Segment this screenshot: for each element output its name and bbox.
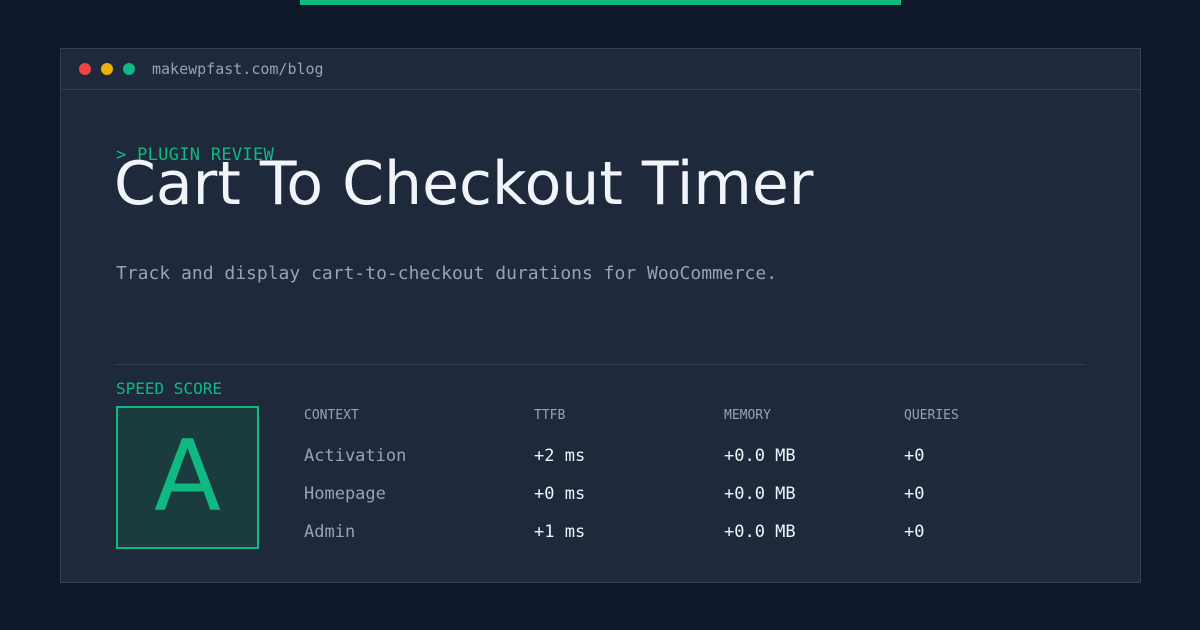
page-title: Cart To Checkout Timer (114, 149, 814, 219)
row-context: Admin (304, 522, 356, 542)
speed-score-label: SPEED SCORE (116, 379, 222, 398)
header-ttfb: TTFB (534, 408, 566, 423)
browser-window: makewpfast.com/blog > PLUGIN REVIEW Cart… (60, 48, 1141, 583)
table-row: Activation +2 ms +0.0 MB +0 (61, 444, 1140, 468)
header-memory: MEMORY (724, 408, 771, 423)
minimize-dot-icon[interactable] (101, 63, 113, 75)
address-url: makewpfast.com/blog (152, 60, 324, 78)
row-memory: +0.0 MB (724, 522, 796, 542)
row-ttfb: +0 ms (534, 484, 586, 504)
maximize-dot-icon[interactable] (123, 63, 135, 75)
post-subtitle: Track and display cart-to-checkout durat… (116, 263, 778, 284)
row-memory: +0.0 MB (724, 446, 796, 466)
table-row: Homepage +0 ms +0.0 MB +0 (61, 482, 1140, 506)
row-queries: +0 (904, 484, 925, 504)
row-context: Activation (304, 446, 407, 466)
section-divider (116, 364, 1085, 365)
row-memory: +0.0 MB (724, 484, 796, 504)
window-titlebar: makewpfast.com/blog (61, 49, 1140, 90)
header-queries: QUERIES (904, 408, 959, 423)
row-ttfb: +1 ms (534, 522, 586, 542)
row-queries: +0 (904, 522, 925, 542)
table-row: Admin +1 ms +0.0 MB +0 (61, 520, 1140, 544)
row-ttfb: +2 ms (534, 446, 586, 466)
speed-grade: A (153, 420, 222, 534)
close-dot-icon[interactable] (79, 63, 91, 75)
top-accent-bar (300, 0, 901, 5)
header-context: CONTEXT (304, 408, 359, 423)
row-context: Homepage (304, 484, 386, 504)
row-queries: +0 (904, 446, 925, 466)
